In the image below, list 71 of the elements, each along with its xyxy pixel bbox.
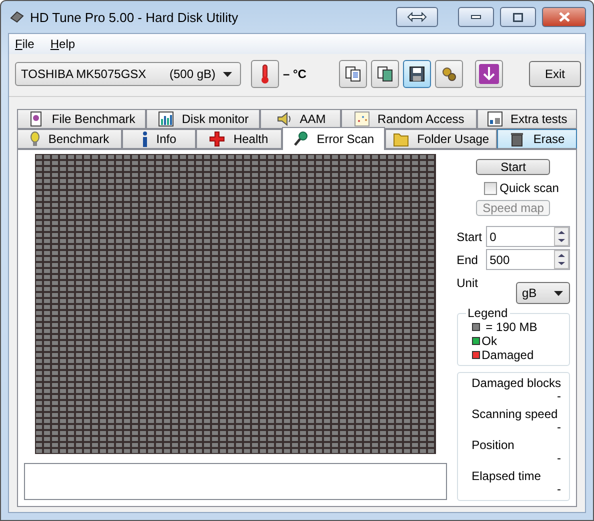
minimize-button[interactable] [458,7,494,27]
close-button[interactable] [542,7,586,27]
exit-button[interactable]: Exit [529,61,581,87]
stat-value: - [557,483,561,495]
tab[interactable]: Error Scan [282,127,386,150]
resize-button[interactable] [396,7,438,27]
magnifier-icon [292,131,309,147]
chart-icon [486,111,503,127]
field-label: Unit [456,276,478,290]
tab[interactable]: Benchmark [17,129,122,149]
bar-chart-icon [158,111,174,127]
tab[interactable]: File Benchmark [17,109,146,129]
menu-item[interactable]: File [15,37,34,51]
caret-icon [554,290,563,296]
spinner-arrows-icon [554,227,569,246]
tab[interactable]: Info [122,129,196,149]
stat-label: Scanning speed [472,407,559,421]
legend-title: Legend [466,306,509,320]
field-label: Start [456,230,483,244]
folder-icon [393,131,410,147]
tab[interactable]: Random Access [341,109,477,129]
copy-icon [345,66,361,82]
bulb-icon [30,131,40,147]
minimize-icon [471,15,481,19]
thermometer-icon [260,64,270,84]
tab[interactable]: Extra tests [476,109,578,129]
speaker-icon [276,111,292,127]
document-icon [28,111,44,127]
stat-value: - [557,421,561,433]
caret-icon [223,72,232,76]
number-field[interactable]: 0 [486,226,570,247]
checkbox[interactable] [484,182,497,194]
maximize-button[interactable] [500,7,536,27]
legend-label: Ok [482,334,497,348]
menu-item[interactable]: Help [50,37,76,51]
stat-value: - [557,390,561,402]
copy-icon [377,66,393,82]
spinner-arrows-icon [554,250,569,269]
double-arrow-icon [407,12,427,22]
checkbox-label: Quick scan [500,181,559,195]
copy-button[interactable] [339,60,367,88]
drive-dropdown[interactable]: TOSHIBA MK5075GSX (500 gB) [15,62,241,86]
tab[interactable]: Health [196,129,282,149]
stat-value: - [557,452,561,464]
legend-label: = 190 MB [486,320,538,334]
start-button[interactable]: Start [476,159,550,175]
cross-icon [209,131,226,147]
maximize-icon [513,12,523,22]
download-button[interactable] [475,60,503,88]
tab[interactable]: Folder Usage [385,129,497,149]
close-icon [558,12,570,22]
stat-label: Damaged blocks [472,376,561,390]
legend-label: Damaged [482,348,534,362]
save-button[interactable] [403,60,431,88]
number-field[interactable]: 500 [486,249,570,270]
tab[interactable]: Erase [497,129,577,149]
stat-label: Elapsed time [472,469,542,483]
thermometer-button[interactable] [251,60,279,88]
window-title: HD Tune Pro 5.00 - Hard Disk Utility [30,10,240,24]
stat-label: Position [472,438,516,452]
unit-dropdown[interactable]: gB [516,282,570,304]
copy-all-button[interactable] [371,60,399,88]
options-button[interactable] [435,60,463,88]
tab[interactable]: Disk monitor [146,109,260,129]
trash-icon [509,131,526,147]
gears-icon [441,66,457,82]
tab[interactable]: AAM [260,109,342,129]
temperature-value: – °C [283,67,306,81]
info-icon [142,131,148,147]
field-label: End [456,252,479,266]
scatter-plot-icon [354,111,370,127]
